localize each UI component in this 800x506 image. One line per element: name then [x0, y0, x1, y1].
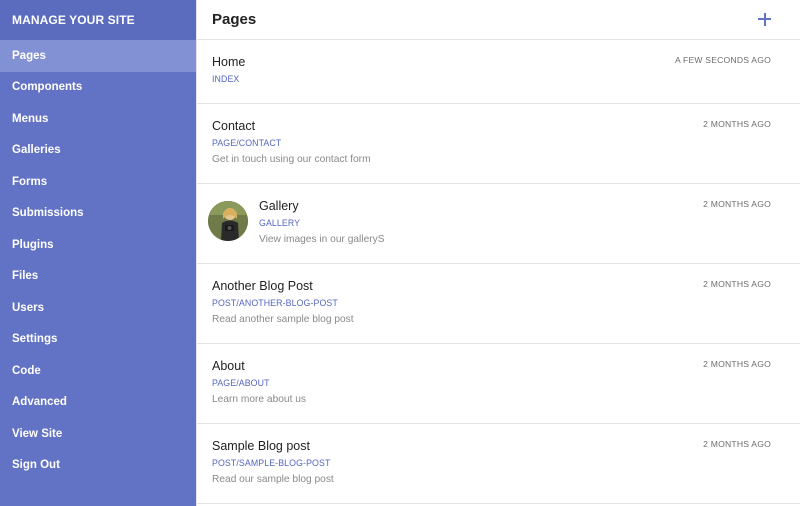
page-row-time: A FEW SECONDS AGO	[674, 55, 771, 65]
sidebar-item-galleries[interactable]: Galleries	[0, 135, 196, 167]
app: MANAGE YOUR SITE Pages Components Menus …	[0, 0, 800, 506]
sidebar-header: MANAGE YOUR SITE	[0, 0, 196, 40]
page-row-another-blog-post[interactable]: Another Blog Post POST/ANOTHER-BLOG-POST…	[197, 264, 800, 344]
sidebar-item-plugins[interactable]: Plugins	[0, 229, 196, 261]
page-row-description: Get in touch using our contact form	[212, 154, 371, 165]
page-row-content: Contact PAGE/CONTACT Get in touch using …	[212, 118, 371, 166]
sidebar-item-code[interactable]: Code	[0, 355, 196, 387]
page-row-slug: POST/SAMPLE-BLOG-POST	[212, 458, 331, 468]
page-row-content: About PAGE/ABOUT Learn more about us	[212, 358, 306, 406]
page-row-time: 2 MONTHS AGO	[703, 199, 771, 209]
sidebar-item-sign-out[interactable]: Sign Out	[0, 450, 196, 482]
page-row-title: Home	[212, 55, 246, 69]
page-row-slug: PAGE/ABOUT	[212, 378, 270, 388]
sidebar-item-settings[interactable]: Settings	[0, 324, 196, 356]
page-row-description: Learn more about us	[212, 394, 307, 405]
page-row-title: Gallery	[259, 199, 299, 213]
sidebar-item-menus[interactable]: Menus	[0, 103, 196, 135]
page-row-description: Read another sample blog post	[212, 314, 354, 325]
page-row-sample-blog-post[interactable]: Sample Blog post POST/SAMPLE-BLOG-POST R…	[197, 424, 800, 504]
page-row-title: Contact	[212, 119, 256, 133]
sidebar-item-files[interactable]: Files	[0, 261, 196, 293]
page-row-slug: INDEX	[212, 74, 240, 84]
page-row-about[interactable]: About PAGE/ABOUT Learn more about us 2 M…	[197, 344, 800, 424]
page-row-time: 2 MONTHS AGO	[703, 119, 771, 129]
page-list: Home INDEX A FEW SECONDS AGO Contact PAG…	[197, 40, 800, 504]
page-title: Pages	[212, 11, 257, 28]
sidebar-item-submissions[interactable]: Submissions	[0, 198, 196, 230]
page-row-gallery[interactable]: Gallery GALLERY View images in our galle…	[197, 184, 800, 264]
sidebar-nav: Pages Components Menus Galleries Forms S…	[0, 40, 196, 481]
sidebar-item-view-site[interactable]: View Site	[0, 418, 196, 450]
page-row-description: View images in our galleryS	[259, 234, 385, 245]
page-row-slug: PAGE/CONTACT	[212, 138, 282, 148]
main-panel: Pages Home INDEX A FEW SECONDS AGO Conta…	[196, 0, 800, 506]
page-row-content: Another Blog Post POST/ANOTHER-BLOG-POST…	[212, 278, 354, 326]
page-row-time: 2 MONTHS AGO	[703, 359, 771, 369]
page-row-slug: GALLERY	[259, 218, 301, 228]
sidebar-item-components[interactable]: Components	[0, 72, 196, 104]
page-row-time: 2 MONTHS AGO	[703, 279, 771, 289]
gallery-thumbnail	[208, 201, 248, 241]
page-row-content: Gallery GALLERY View images in our galle…	[259, 198, 385, 246]
page-row-title: Another Blog Post	[212, 279, 313, 293]
page-row-content: Sample Blog post POST/SAMPLE-BLOG-POST R…	[212, 438, 334, 486]
add-page-button[interactable]	[756, 11, 774, 29]
page-row-description: Read our sample blog post	[212, 474, 334, 485]
page-row-home[interactable]: Home INDEX A FEW SECONDS AGO	[197, 40, 800, 104]
page-row-slug: POST/ANOTHER-BLOG-POST	[212, 298, 338, 308]
main-header: Pages	[197, 0, 800, 40]
sidebar-item-advanced[interactable]: Advanced	[0, 387, 196, 419]
gallery-thumbnail-image	[208, 201, 248, 241]
sidebar-item-forms[interactable]: Forms	[0, 166, 196, 198]
sidebar-item-pages[interactable]: Pages	[0, 40, 196, 72]
page-row-contact[interactable]: Contact PAGE/CONTACT Get in touch using …	[197, 104, 800, 184]
page-row-title: Sample Blog post	[212, 439, 310, 453]
sidebar: MANAGE YOUR SITE Pages Components Menus …	[0, 0, 196, 506]
page-row-content: Home INDEX	[212, 54, 245, 85]
page-row-title: About	[212, 359, 245, 373]
sidebar-item-users[interactable]: Users	[0, 292, 196, 324]
page-row-time: 2 MONTHS AGO	[703, 439, 771, 449]
